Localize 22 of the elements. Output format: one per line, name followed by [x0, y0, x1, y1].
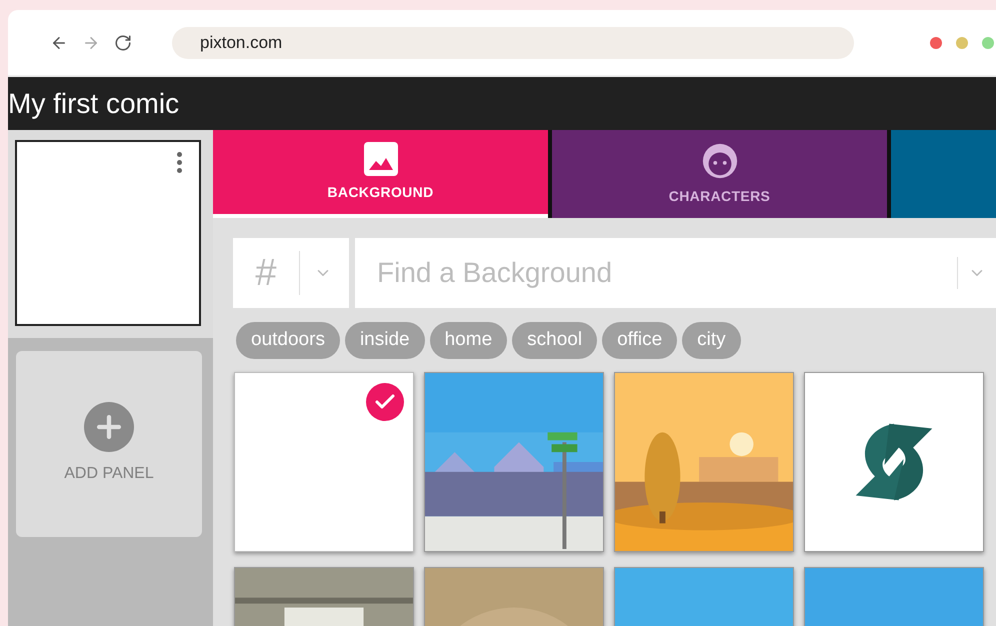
face-icon: [700, 142, 738, 180]
tag-chip[interactable]: home: [430, 322, 508, 359]
tag-chip[interactable]: outdoors: [236, 322, 340, 359]
image-icon: [364, 142, 398, 176]
background-tile[interactable]: [804, 372, 984, 552]
tag-chip[interactable]: city: [682, 322, 741, 359]
comic-title: My first comic: [8, 90, 180, 118]
more-icon[interactable]: [177, 152, 182, 173]
tag-select[interactable]: #: [233, 238, 349, 308]
check-icon: [366, 383, 404, 421]
category-tab[interactable]: BACKGROUND: [213, 130, 548, 218]
search-field[interactable]: Find a Background: [355, 238, 957, 308]
tag-chip[interactable]: inside: [344, 322, 425, 359]
tag-chip[interactable]: school: [512, 322, 598, 359]
background-tile[interactable]: [234, 372, 414, 552]
add-panel-button[interactable]: ADD PANEL: [16, 351, 202, 537]
plus-icon: [84, 402, 134, 452]
category-tab[interactable]: CHARACTERS: [552, 130, 887, 218]
reload-icon[interactable]: [114, 34, 132, 52]
comic-panel[interactable]: [15, 140, 201, 326]
tag-chip[interactable]: office: [602, 322, 678, 359]
address-bar[interactable]: pixton.com: [172, 26, 854, 58]
